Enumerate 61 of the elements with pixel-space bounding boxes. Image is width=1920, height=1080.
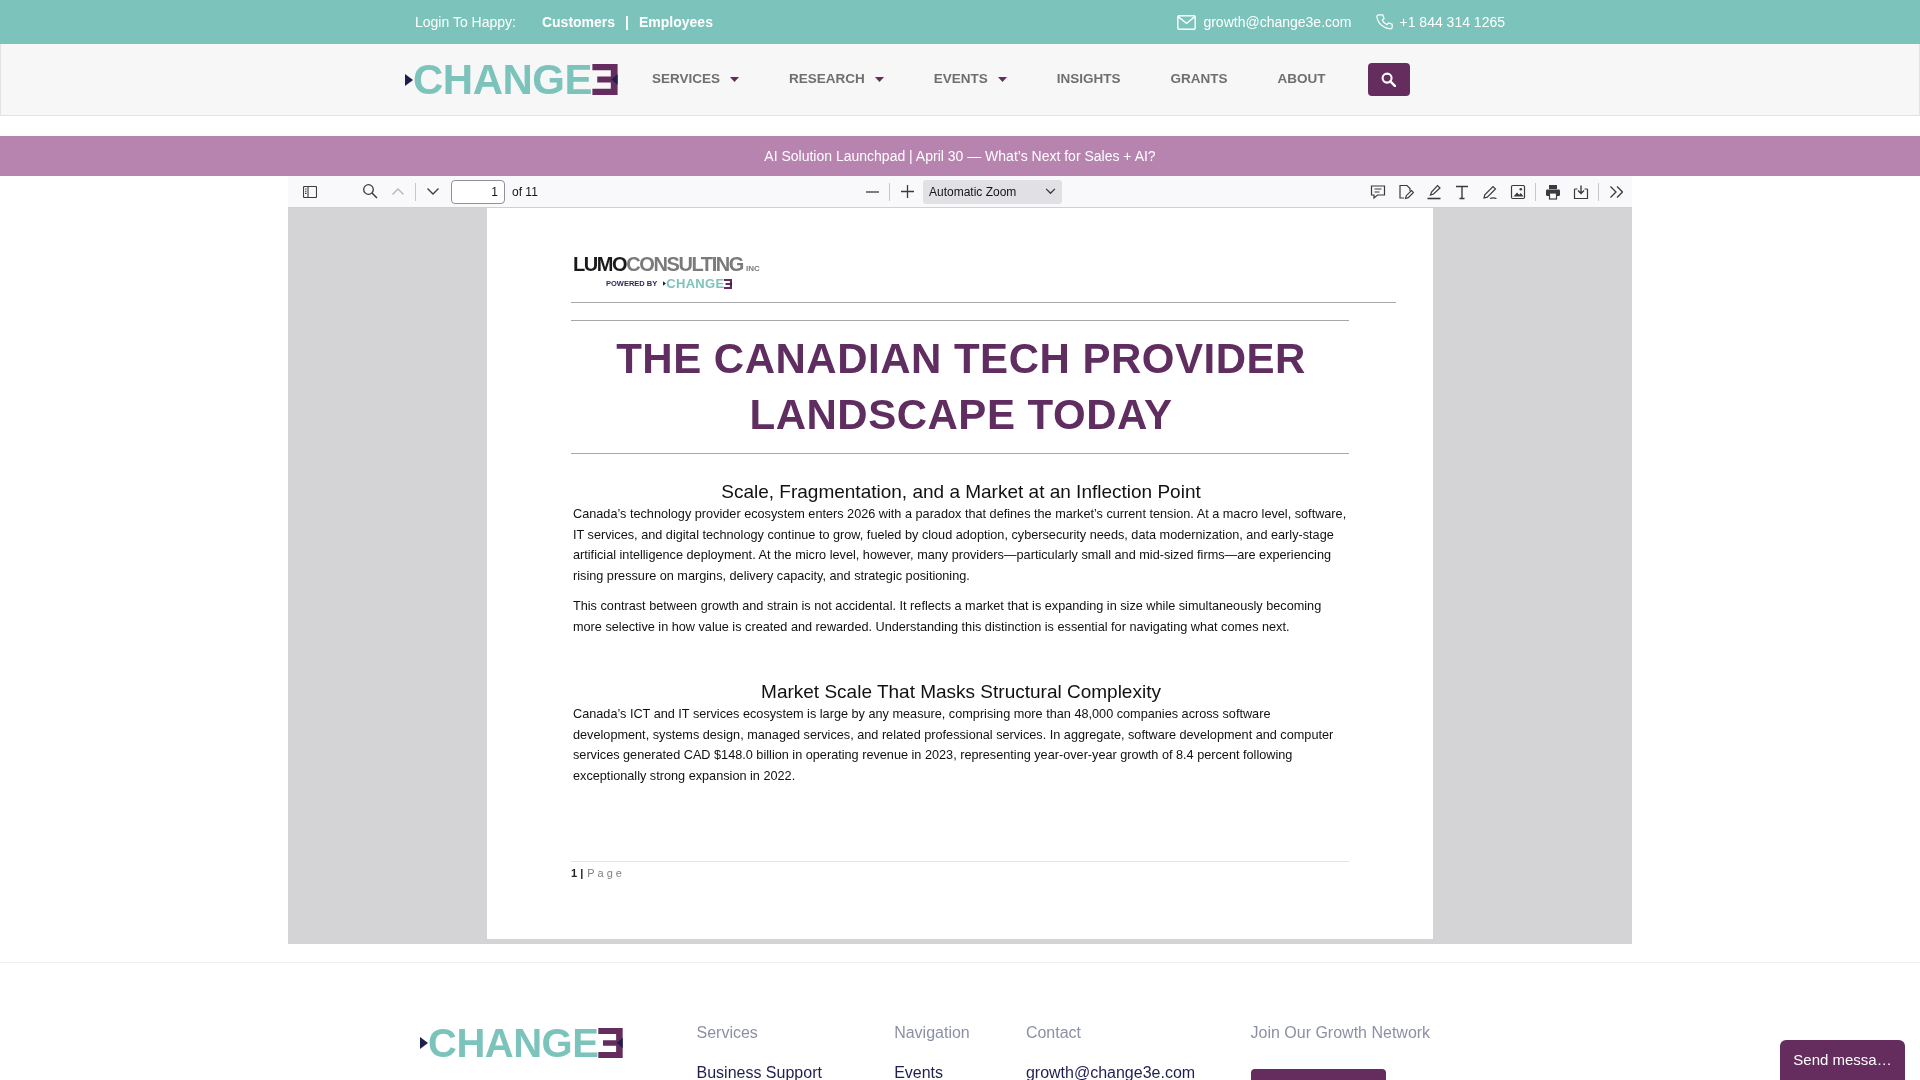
page-count: of 11 <box>512 183 538 201</box>
logo-text: LUMO <box>573 254 627 274</box>
plus-icon <box>900 185 914 198</box>
comment-icon <box>1370 183 1386 200</box>
zoom-select[interactable]: Automatic Zoom <box>923 179 1062 204</box>
section-heading: Market Scale That Masks Structural Complexity <box>760 680 1162 704</box>
sidebar-icon <box>303 185 317 198</box>
logo-text: CONSULTING <box>626 254 743 274</box>
triangle-icon <box>663 281 667 286</box>
section-heading: Scale, Fragmentation, and a Market at an Inflection Point <box>720 480 1202 504</box>
mail-icon <box>1177 14 1197 30</box>
phone-icon <box>1375 13 1393 31</box>
pencil-icon <box>1482 183 1498 200</box>
chevron-down-icon <box>427 187 439 196</box>
search-icon <box>1381 72 1397 87</box>
nav-link[interactable]: ABOUT <box>1277 69 1326 90</box>
document-pen-icon <box>1398 183 1414 200</box>
footer-heading: Navigation <box>894 1023 970 1043</box>
logo-mark-icon <box>592 64 618 95</box>
page-number: 1 | <box>571 865 584 881</box>
nav-link[interactable]: EVENTS <box>933 69 1007 90</box>
triangle-icon <box>405 73 413 86</box>
nav-link[interactable]: SERVICES <box>652 69 740 90</box>
logo-text: CHANGE <box>428 1023 599 1063</box>
caret-icon <box>730 77 740 82</box>
page-number-field[interactable]: 1 <box>451 179 505 204</box>
text-icon <box>1454 183 1470 200</box>
logo-text: CHANGE <box>413 58 592 101</box>
highlighter-icon <box>1426 183 1442 200</box>
separator: | <box>625 12 629 32</box>
double-chevron-icon <box>1609 185 1623 198</box>
logo-mark-icon <box>724 278 733 289</box>
nav-link[interactable]: GRANTS <box>1170 69 1228 90</box>
printer-icon <box>1545 183 1561 200</box>
search-icon <box>362 184 378 199</box>
minus-icon <box>865 190 879 193</box>
footer-heading: Services <box>696 1023 758 1043</box>
chevron-up-icon <box>392 187 404 196</box>
caret-icon <box>997 77 1007 82</box>
send-message-button[interactable]: Send messa… <box>1780 1040 1905 1080</box>
logo-text: CHANGE <box>666 277 725 290</box>
document-title: THE CANADIAN TECH PROVIDER LANDSCAPE TODAY <box>615 334 1307 440</box>
logo-suffix: INC <box>746 265 760 273</box>
nav-link[interactable]: RESEARCH <box>789 69 884 90</box>
body-paragraph: This contrast between growth and strain is not accidental. It reflects a market that is expanding in size while simultaneously becoming more selective in how value is created and rewarded. Understanding this distinction is essential for navigating what comes next. <box>573 598 1323 636</box>
page-label: Page <box>587 865 625 881</box>
login-label: Login To Happy: <box>415 12 516 32</box>
logo-mark-icon <box>598 1028 624 1058</box>
announcement-link[interactable]: AI Solution Launchpad | April 30 — What’s Next for Sales + AI? <box>764 145 1156 167</box>
body-paragraph: Canada’s ICT and IT services ecosystem is large by any measure, comprising more than 48,000 companies across software development, systems design, managed services, and related professional services. In aggregate, software development and computer services generated CAD $148.0 billion in operating revenue in 2023, representing year-over-year growth of 8.4 percent following exceptionally strong expansion in 2022. <box>573 706 1335 785</box>
search-button[interactable] <box>1367 63 1410 96</box>
triangle-icon <box>420 1037 428 1049</box>
caret-icon <box>874 77 884 82</box>
image-icon <box>1510 183 1526 200</box>
footer-heading: Join Our Growth Network <box>1250 1023 1431 1043</box>
download-icon <box>1573 183 1589 200</box>
footer-heading: Contact <box>1025 1023 1082 1043</box>
nav-link[interactable]: INSIGHTS <box>1056 69 1121 90</box>
caret-icon <box>1045 188 1056 195</box>
footer-link[interactable]: Events <box>894 1061 944 1080</box>
body-paragraph: Canada’s technology provider ecosystem enters 2026 with a paradox that defines the market’s current tension. At a macro level, software, IT services, and digital technology continue to grow, fueled by cloud adoption, cybersecurity needs, data modernization, and early-stage artificial intelligence deployment. At the micro level, however, many providers—particularly small and mid-sized firms—are experiencing rising pressure on margins, delivery capacity, and strategic positioning. <box>573 506 1348 585</box>
